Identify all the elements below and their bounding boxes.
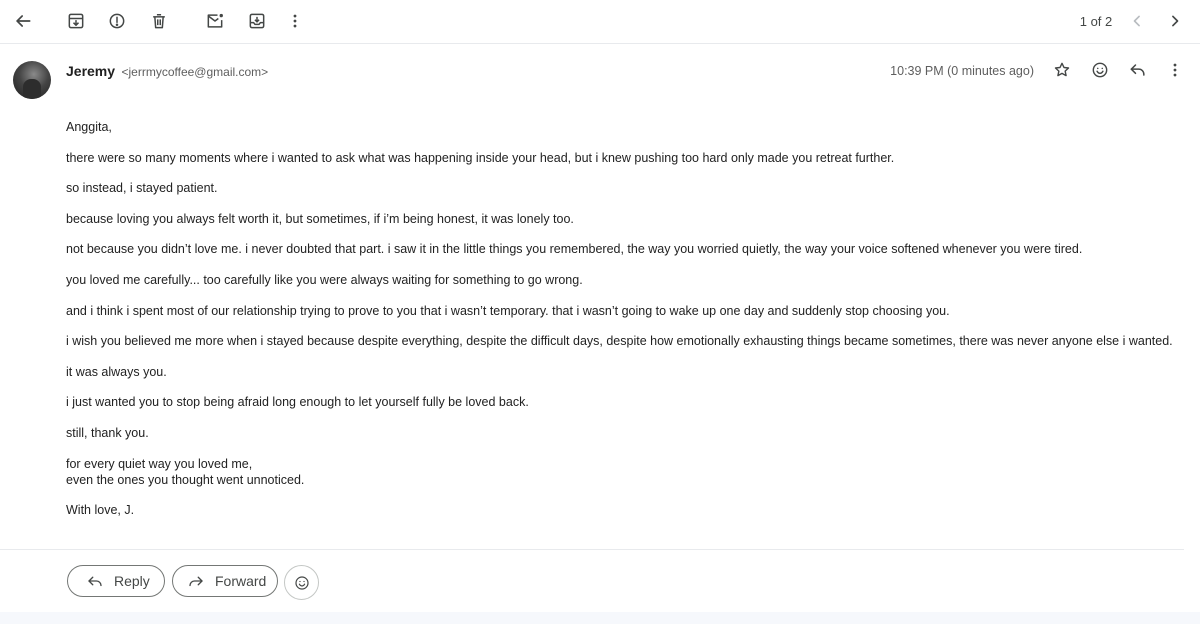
emoji-reaction-button[interactable]	[284, 565, 319, 600]
forward-icon	[189, 576, 203, 587]
move-to-icon[interactable]	[243, 7, 271, 35]
emoji-reaction-icon[interactable]	[1087, 57, 1113, 83]
bottom-background	[0, 612, 1200, 624]
body-paragraph: there were so many moments where i wante…	[66, 150, 895, 165]
star-icon[interactable]	[1049, 57, 1075, 83]
pager-count: 1 of 2	[1079, 14, 1113, 29]
message-body: Anggita, there were so many moments wher…	[66, 119, 1176, 533]
reply-button[interactable]: Reply	[67, 565, 165, 597]
message-header: Jeremy <jerrmycoffee@gmail.com> 10:39 PM…	[0, 44, 1200, 102]
sender: Jeremy <jerrmycoffee@gmail.com>	[66, 63, 268, 81]
body-paragraph: so instead, i stayed patient.	[66, 181, 218, 196]
reply-icon[interactable]	[1125, 57, 1151, 83]
body-paragraph: for every quiet way you loved me, even t…	[66, 456, 305, 487]
forward-button[interactable]: Forward	[172, 565, 278, 597]
archive-icon[interactable]	[62, 7, 90, 35]
body-signature: With love, J.	[66, 503, 135, 518]
email-view: 1 of 2 Jeremy <jerrmycoffee@gmail.com> 1…	[0, 0, 1200, 624]
body-paragraph: you loved me carefully... too carefully …	[66, 272, 583, 287]
body-paragraph: because loving you always felt worth it,…	[66, 211, 574, 226]
report-spam-icon[interactable]	[103, 7, 131, 35]
more-vert-icon[interactable]	[1162, 57, 1188, 83]
body-paragraph: and i think i spent most of our relation…	[66, 303, 950, 318]
body-paragraph: not because you didn’t love me. i never …	[66, 242, 1083, 257]
forward-label: Forward	[215, 573, 267, 589]
delete-icon[interactable]	[145, 7, 173, 35]
next-message-icon[interactable]	[1161, 7, 1189, 35]
body-paragraph: Anggita,	[66, 120, 112, 134]
back-arrow-icon[interactable]	[9, 7, 37, 35]
message-toolbar: 1 of 2	[0, 0, 1200, 44]
reply-label: Reply	[114, 573, 150, 589]
emoji-icon	[294, 575, 309, 590]
sender-name[interactable]: Jeremy	[66, 63, 115, 79]
sender-email: <jerrmycoffee@gmail.com>	[121, 65, 269, 79]
avatar[interactable]	[13, 61, 51, 99]
body-paragraph: still, thank you.	[66, 425, 149, 440]
reply-icon	[88, 576, 102, 587]
body-paragraph: i wish you believed me more when i staye…	[66, 334, 1173, 349]
mark-unread-icon[interactable]	[201, 7, 229, 35]
body-paragraph: i just wanted you to stop being afraid l…	[66, 395, 529, 410]
more-vert-icon[interactable]	[281, 7, 309, 35]
message-time: 10:39 PM (0 minutes ago)	[890, 64, 1034, 78]
body-paragraph: it was always you.	[66, 364, 167, 379]
previous-message-icon[interactable]	[1123, 7, 1151, 35]
